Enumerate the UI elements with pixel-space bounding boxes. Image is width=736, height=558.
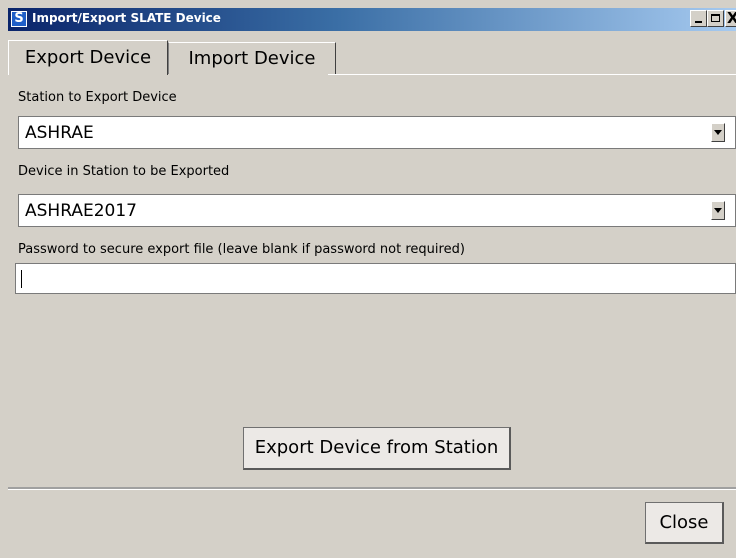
tab-import-device[interactable]: Import Device [168,42,336,74]
tab-divider [328,74,736,75]
title-bar[interactable]: S Import/Export SLATE Device X [8,8,736,31]
device-select[interactable]: ASHRAE2017 [18,194,736,227]
password-label: Password to secure export file (leave bl… [18,242,465,257]
station-label: Station to Export Device [18,90,177,105]
maximize-icon [711,14,720,22]
chevron-down-icon [714,208,722,213]
station-select-value: ASHRAE [25,123,94,143]
tab-bar: Export Device Import Device [8,40,736,75]
password-input[interactable] [15,263,736,294]
footer-separator [8,487,736,490]
export-device-button[interactable]: Export Device from Station [243,427,511,470]
chevron-down-icon [714,130,722,135]
window-title: Import/Export SLATE Device [32,11,221,25]
station-select[interactable]: ASHRAE [18,116,736,149]
maximize-button[interactable] [707,10,724,27]
text-caret [21,270,22,288]
import-export-dialog: S Import/Export SLATE Device X Export De… [0,0,736,558]
station-dropdown-button[interactable] [711,123,725,142]
close-icon: X [727,11,736,26]
app-icon: S [11,11,27,27]
minimize-button[interactable] [690,10,707,27]
device-dropdown-button[interactable] [711,201,725,220]
minimize-icon [695,21,702,23]
tab-export-device[interactable]: Export Device [8,40,168,75]
device-select-value: ASHRAE2017 [25,201,137,221]
close-window-button[interactable]: X [725,10,736,27]
close-button[interactable]: Close [645,502,724,544]
device-label: Device in Station to be Exported [18,164,230,179]
